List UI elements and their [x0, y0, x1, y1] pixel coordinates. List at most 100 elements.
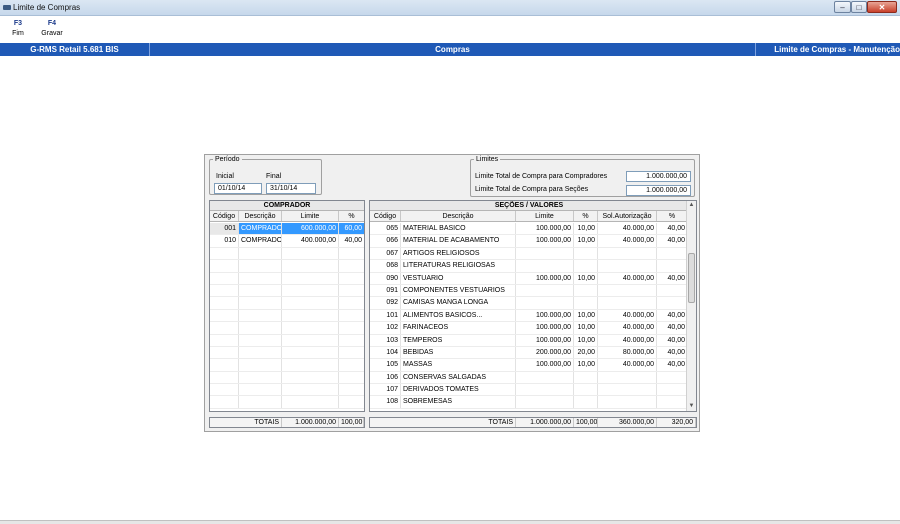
codigo-cell[interactable]	[210, 297, 239, 309]
pct-cell[interactable]	[339, 273, 364, 284]
pct-autorizacao-cell[interactable]: 40,00	[657, 235, 688, 247]
table-row[interactable]	[210, 334, 364, 347]
sol-autorizacao-cell[interactable]	[598, 247, 657, 260]
limite-cell[interactable]: 200.000,00	[516, 346, 574, 359]
table-row[interactable]	[210, 346, 364, 360]
pct-autorizacao-cell[interactable]: 40,00	[657, 334, 688, 346]
table-row[interactable]: 065 MATERIAL BASICO 100.000,00 10,00 40.000,…	[370, 223, 688, 236]
codigo-cell[interactable]: 106	[370, 371, 401, 384]
limite-cell[interactable]: 100.000,00	[516, 309, 574, 322]
descricao-cell[interactable]: CONSERVAS SALGADAS	[401, 371, 516, 384]
pct-cell[interactable]: 20,00	[574, 346, 598, 359]
limite-cell[interactable]	[282, 346, 339, 359]
sol-autorizacao-cell[interactable]	[598, 260, 657, 272]
codigo-cell[interactable]: 101	[370, 309, 401, 322]
descricao-cell[interactable]	[239, 359, 282, 371]
descricao-cell[interactable]: TEMPEROS	[401, 334, 516, 346]
table-row[interactable]	[210, 297, 364, 310]
table-row[interactable]	[210, 396, 364, 409]
descricao-cell[interactable]: ARTIGOS RELIGIOSOS	[401, 247, 516, 260]
pct-autorizacao-cell[interactable]: 40,00	[657, 309, 688, 322]
codigo-cell[interactable]: 068	[370, 260, 401, 272]
table-row[interactable]: 010COMPRADOR400.000,0040,00	[210, 235, 364, 248]
table-row[interactable]: 107 DERIVADOS TOMATES	[370, 384, 688, 397]
limite-cell[interactable]	[282, 247, 339, 260]
descricao-cell[interactable]: SOBREMESAS	[401, 396, 516, 408]
descricao-cell[interactable]: COMPRADOR	[239, 223, 282, 235]
pct-cell[interactable]	[574, 384, 598, 396]
pct-cell[interactable]: 10,00	[574, 309, 598, 322]
table-row[interactable]	[210, 247, 364, 261]
codigo-cell[interactable]: 102	[370, 322, 401, 334]
codigo-cell[interactable]: 090	[370, 272, 401, 284]
pct-cell[interactable]: 10,00	[574, 334, 598, 346]
table-row[interactable]: 092 CAMISAS MANGA LONGA	[370, 297, 688, 310]
limite-cell[interactable]	[516, 297, 574, 309]
table-row[interactable]	[210, 260, 364, 273]
pct-cell[interactable]: 10,00	[574, 223, 598, 235]
pct-autorizacao-cell[interactable]	[657, 297, 688, 309]
codigo-cell[interactable]	[210, 359, 239, 371]
table-row[interactable]: 105 MASSAS 100.000,00 10,00 40.000,00 40,00	[370, 359, 688, 372]
pct-cell[interactable]	[574, 260, 598, 272]
limite-cell[interactable]: 400.000,00	[282, 235, 339, 247]
limite-cell[interactable]: 100.000,00	[516, 322, 574, 334]
codigo-cell[interactable]	[210, 322, 239, 334]
limite-cell[interactable]	[282, 322, 339, 334]
col-pct-autorizacao[interactable]: %	[657, 211, 688, 221]
sol-autorizacao-cell[interactable]: 40.000,00	[598, 359, 657, 371]
col-limite[interactable]: Limite	[516, 211, 574, 221]
pct-cell[interactable]	[339, 260, 364, 271]
sol-autorizacao-cell[interactable]	[598, 396, 657, 408]
limite-cell[interactable]	[282, 284, 339, 297]
pct-autorizacao-cell[interactable]	[657, 247, 688, 260]
table-row[interactable]: 108 SOBREMESAS	[370, 396, 688, 409]
table-row[interactable]: 106 CONSERVAS SALGADAS	[370, 371, 688, 385]
codigo-cell[interactable]: 103	[370, 334, 401, 346]
limite-cell[interactable]	[282, 396, 339, 408]
descricao-cell[interactable]: DERIVADOS TOMATES	[401, 384, 516, 396]
limite-cell[interactable]	[516, 247, 574, 260]
table-row[interactable]: 067 ARTIGOS RELIGIOSOS	[370, 247, 688, 261]
pct-autorizacao-cell[interactable]: 40,00	[657, 223, 688, 235]
limite-cell[interactable]	[516, 260, 574, 272]
pct-cell[interactable]	[339, 372, 364, 383]
codigo-cell[interactable]	[210, 334, 239, 346]
secoes-grid[interactable]: SEÇÕES / VALORES Código Descrição Limite…	[369, 200, 697, 412]
maximize-button[interactable]: □	[851, 1, 867, 13]
descricao-cell[interactable]	[239, 247, 282, 260]
descricao-cell[interactable]: COMPONENTES VESTUARIOS	[401, 284, 516, 297]
table-row[interactable]: 102 FARINACEOS 100.000,00 10,00 40.000,00 40,…	[370, 322, 688, 335]
col-codigo[interactable]: Código	[370, 211, 401, 221]
descricao-cell[interactable]: BEBIDAS	[401, 346, 516, 359]
descricao-cell[interactable]: MATERIAL DE ACABAMENTO	[401, 235, 516, 247]
sol-autorizacao-cell[interactable]: 40.000,00	[598, 322, 657, 334]
col-pct[interactable]: %	[339, 211, 364, 221]
pct-cell[interactable]	[339, 248, 364, 259]
limite-compradores-field[interactable]: 1.000.000,00	[626, 171, 691, 182]
limite-cell[interactable]: 100.000,00	[516, 359, 574, 371]
limite-secoes-field[interactable]: 1.000.000,00	[626, 185, 691, 196]
limite-cell[interactable]	[282, 260, 339, 272]
codigo-cell[interactable]	[210, 247, 239, 260]
descricao-cell[interactable]: ALIMENTOS BASICOS...	[401, 309, 516, 322]
codigo-cell[interactable]: 001	[210, 223, 239, 235]
codigo-cell[interactable]: 105	[370, 359, 401, 371]
limite-cell[interactable]: 600.000,00	[282, 223, 339, 235]
descricao-cell[interactable]	[239, 260, 282, 272]
pct-cell[interactable]	[339, 285, 364, 296]
scroll-thumb[interactable]	[688, 253, 695, 303]
sol-autorizacao-cell[interactable]: 40.000,00	[598, 223, 657, 235]
descricao-cell[interactable]	[239, 346, 282, 359]
pct-cell[interactable]	[574, 297, 598, 309]
close-button[interactable]: ✕	[867, 1, 897, 13]
codigo-cell[interactable]	[210, 396, 239, 408]
descricao-cell[interactable]	[239, 309, 282, 322]
codigo-cell[interactable]: 067	[370, 247, 401, 260]
limite-cell[interactable]	[282, 272, 339, 284]
sol-autorizacao-cell[interactable]: 40.000,00	[598, 334, 657, 346]
comprador-grid[interactable]: COMPRADOR Código Descrição Limite % 001 C…	[209, 200, 365, 412]
pct-cell[interactable]	[339, 310, 364, 321]
descricao-cell[interactable]: MASSAS	[401, 359, 516, 371]
limite-cell[interactable]: 100.000,00	[516, 235, 574, 247]
